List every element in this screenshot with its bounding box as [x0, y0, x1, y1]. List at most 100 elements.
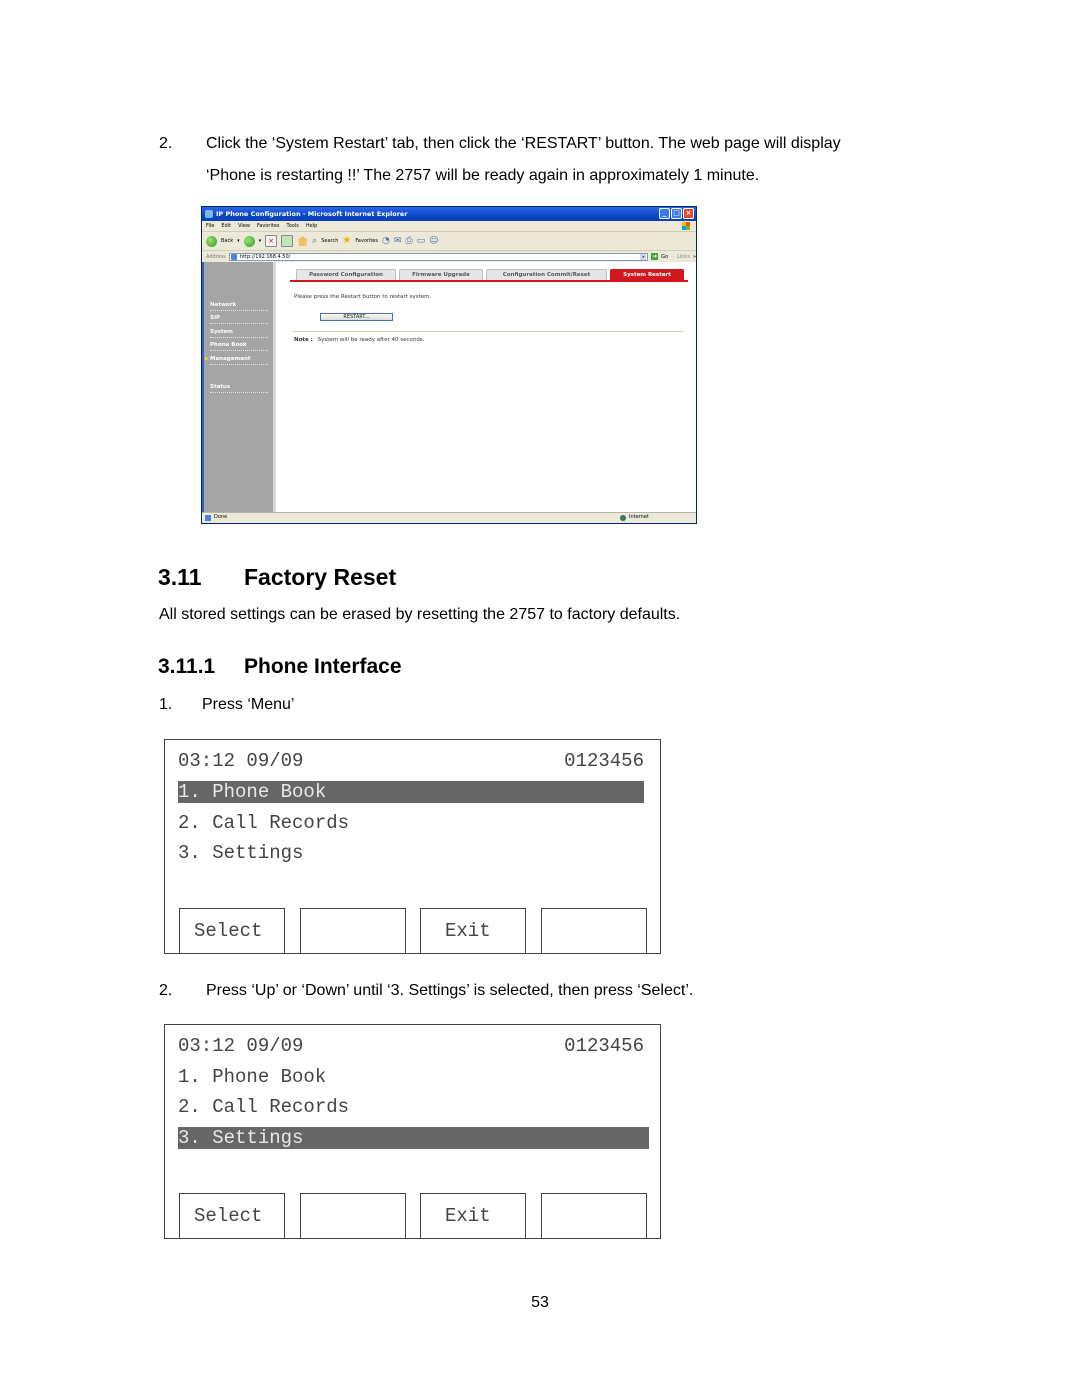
step-text-line2: ‘Phone is restarting !!’ The 2757 will b…: [206, 167, 760, 184]
menu-tools[interactable]: Tools: [287, 221, 299, 231]
favorites-button[interactable]: Favorites: [355, 238, 378, 244]
lcd-phone-number: 0123456: [564, 1035, 644, 1057]
sidebar-item-network[interactable]: Network: [210, 302, 268, 311]
lcd-menu-item-call-records[interactable]: 2. Call Records: [178, 812, 349, 834]
lcd-time-date: 03:12 09/09: [178, 750, 304, 772]
go-arrow-icon[interactable]: ➜: [651, 253, 659, 260]
tab-configuration-commit-reset[interactable]: Configuration Commit/Reset: [486, 269, 607, 280]
restart-button[interactable]: RESTART...: [320, 313, 393, 321]
lcd-menu-item-settings[interactable]: 3. Settings: [178, 1127, 649, 1149]
phone-lcd-menu: 03:12 09/09 0123456 1. Phone Book 2. Cal…: [164, 739, 661, 954]
section-intro: All stored settings can be erased by res…: [159, 606, 681, 623]
browser-title: IP Phone Configuration - Microsoft Inter…: [216, 210, 408, 218]
address-value: http://192.168.4.50/: [239, 253, 291, 260]
security-zone: Internet: [620, 513, 649, 522]
go-button[interactable]: Go: [661, 254, 668, 260]
mail-icon[interactable]: ✉: [394, 236, 402, 246]
tab-firmware-upgrade[interactable]: Firmware Upgrade: [399, 269, 483, 280]
sidebar-item-sip[interactable]: SIP: [210, 315, 268, 324]
links-button[interactable]: Links: [677, 254, 690, 260]
sidebar-item-phone-book[interactable]: Phone Book: [210, 342, 268, 351]
config-tabs: Password Configuration Firmware Upgrade …: [290, 269, 688, 282]
softkey-4[interactable]: [541, 1193, 647, 1239]
phone-lcd-settings-selected: 03:12 09/09 0123456 1. Phone Book 2. Cal…: [164, 1024, 661, 1239]
tab-password-configuration[interactable]: Password Configuration: [296, 269, 396, 280]
softkey-exit[interactable]: Exit: [420, 908, 526, 954]
lcd-menu-item-phone-book[interactable]: 1. Phone Book: [178, 1066, 326, 1088]
close-button[interactable]: ×: [683, 208, 694, 219]
subsection-number: 3.11.1: [158, 655, 216, 678]
stop-icon[interactable]: ×: [265, 235, 278, 247]
browser-toolbar: Back ▾ ▾ × ⌕ Search ★ Favorites ◔ ✉ ⎙ ▭ …: [202, 232, 696, 251]
back-button[interactable]: Back: [221, 238, 233, 244]
softkey-2[interactable]: [300, 908, 406, 954]
page-done-icon: [205, 515, 211, 521]
sidebar-item-system[interactable]: System: [210, 329, 268, 338]
forward-arrow-icon[interactable]: [243, 235, 255, 247]
menu-view[interactable]: View: [238, 221, 250, 231]
messenger-icon[interactable]: ☺: [429, 236, 438, 246]
status-text: Done: [214, 514, 228, 520]
lcd-phone-number: 0123456: [564, 750, 644, 772]
sidebar-item-management[interactable]: ▶ Management: [205, 356, 268, 365]
menu-help[interactable]: Help: [306, 221, 317, 231]
minimize-button[interactable]: _: [659, 208, 670, 219]
step-number: 2.: [159, 982, 173, 999]
section-heading: 3.11 Factory Reset: [158, 564, 396, 591]
step-text: Press ‘Up’ or ‘Down’ until ‘3. Settings’…: [206, 982, 694, 999]
ie-app-icon: [205, 210, 213, 218]
browser-status-bar: Done Internet: [202, 512, 696, 523]
step-number: 1.: [159, 696, 173, 713]
step-text-line1: Click the ‘System Restart’ tab, then cli…: [206, 135, 841, 152]
subsection-heading: 3.11.1 Phone Interface: [158, 655, 402, 679]
windows-logo-icon: [682, 222, 690, 230]
note-label: Note :: [294, 337, 313, 343]
lcd-menu-item-settings[interactable]: 3. Settings: [178, 842, 303, 864]
address-label: Address: [206, 253, 226, 260]
refresh-icon[interactable]: [281, 235, 294, 247]
subsection-title: Phone Interface: [244, 655, 402, 678]
edit-icon[interactable]: ▭: [417, 236, 426, 246]
history-icon[interactable]: ◔: [382, 236, 390, 246]
address-dropdown-icon[interactable]: ▾: [640, 253, 647, 260]
browser-title-bar: IP Phone Configuration - Microsoft Inter…: [202, 207, 696, 221]
print-icon[interactable]: ⎙: [405, 236, 412, 246]
lcd-menu-item-phone-book[interactable]: 1. Phone Book: [178, 781, 644, 803]
menu-favorites[interactable]: Favorites: [257, 221, 280, 231]
step-number: 2.: [159, 135, 173, 152]
softkey-4[interactable]: [541, 908, 647, 954]
search-button[interactable]: Search: [321, 238, 338, 244]
step-text: Press ‘Menu’: [202, 696, 295, 713]
globe-icon: [620, 515, 626, 521]
section-title: Factory Reset: [244, 564, 397, 590]
page-icon: [230, 253, 237, 260]
note-text: System will be ready after 40 seconds.: [317, 337, 425, 343]
search-icon[interactable]: ⌕: [312, 236, 317, 246]
home-icon[interactable]: [297, 236, 309, 246]
browser-menubar: File Edit View Favorites Tools Help: [202, 221, 696, 232]
browser-screenshot: IP Phone Configuration - Microsoft Inter…: [201, 206, 697, 524]
menu-file[interactable]: File: [206, 221, 214, 231]
favorites-star-icon[interactable]: ★: [342, 236, 351, 246]
chevron-right-icon[interactable]: »: [693, 254, 696, 260]
zone-text: Internet: [629, 514, 649, 520]
softkey-exit[interactable]: Exit: [420, 1193, 526, 1239]
active-arrow-icon: ▶: [205, 356, 209, 362]
menu-edit[interactable]: Edit: [221, 221, 231, 231]
browser-content: Network SIP System Phone Book ▶ Manageme…: [202, 262, 696, 515]
page-number: 53: [531, 1294, 549, 1311]
divider: [292, 331, 684, 332]
softkey-2[interactable]: [300, 1193, 406, 1239]
tab-system-restart[interactable]: System Restart: [610, 269, 684, 280]
softkey-select[interactable]: Select: [179, 908, 285, 954]
section-number: 3.11: [158, 564, 202, 590]
sidebar-item-status[interactable]: Status: [210, 384, 268, 393]
lcd-menu-item-call-records[interactable]: 2. Call Records: [178, 1096, 349, 1118]
dropdown-icon[interactable]: ▾: [237, 238, 240, 244]
back-arrow-icon[interactable]: [206, 235, 217, 247]
config-sidebar: Network SIP System Phone Book ▶ Manageme…: [202, 262, 276, 515]
address-input[interactable]: http://192.168.4.50/ ▾: [228, 252, 649, 261]
softkey-select[interactable]: Select: [179, 1193, 285, 1239]
dropdown-icon[interactable]: ▾: [259, 238, 262, 244]
maximize-button[interactable]: □: [671, 208, 682, 219]
